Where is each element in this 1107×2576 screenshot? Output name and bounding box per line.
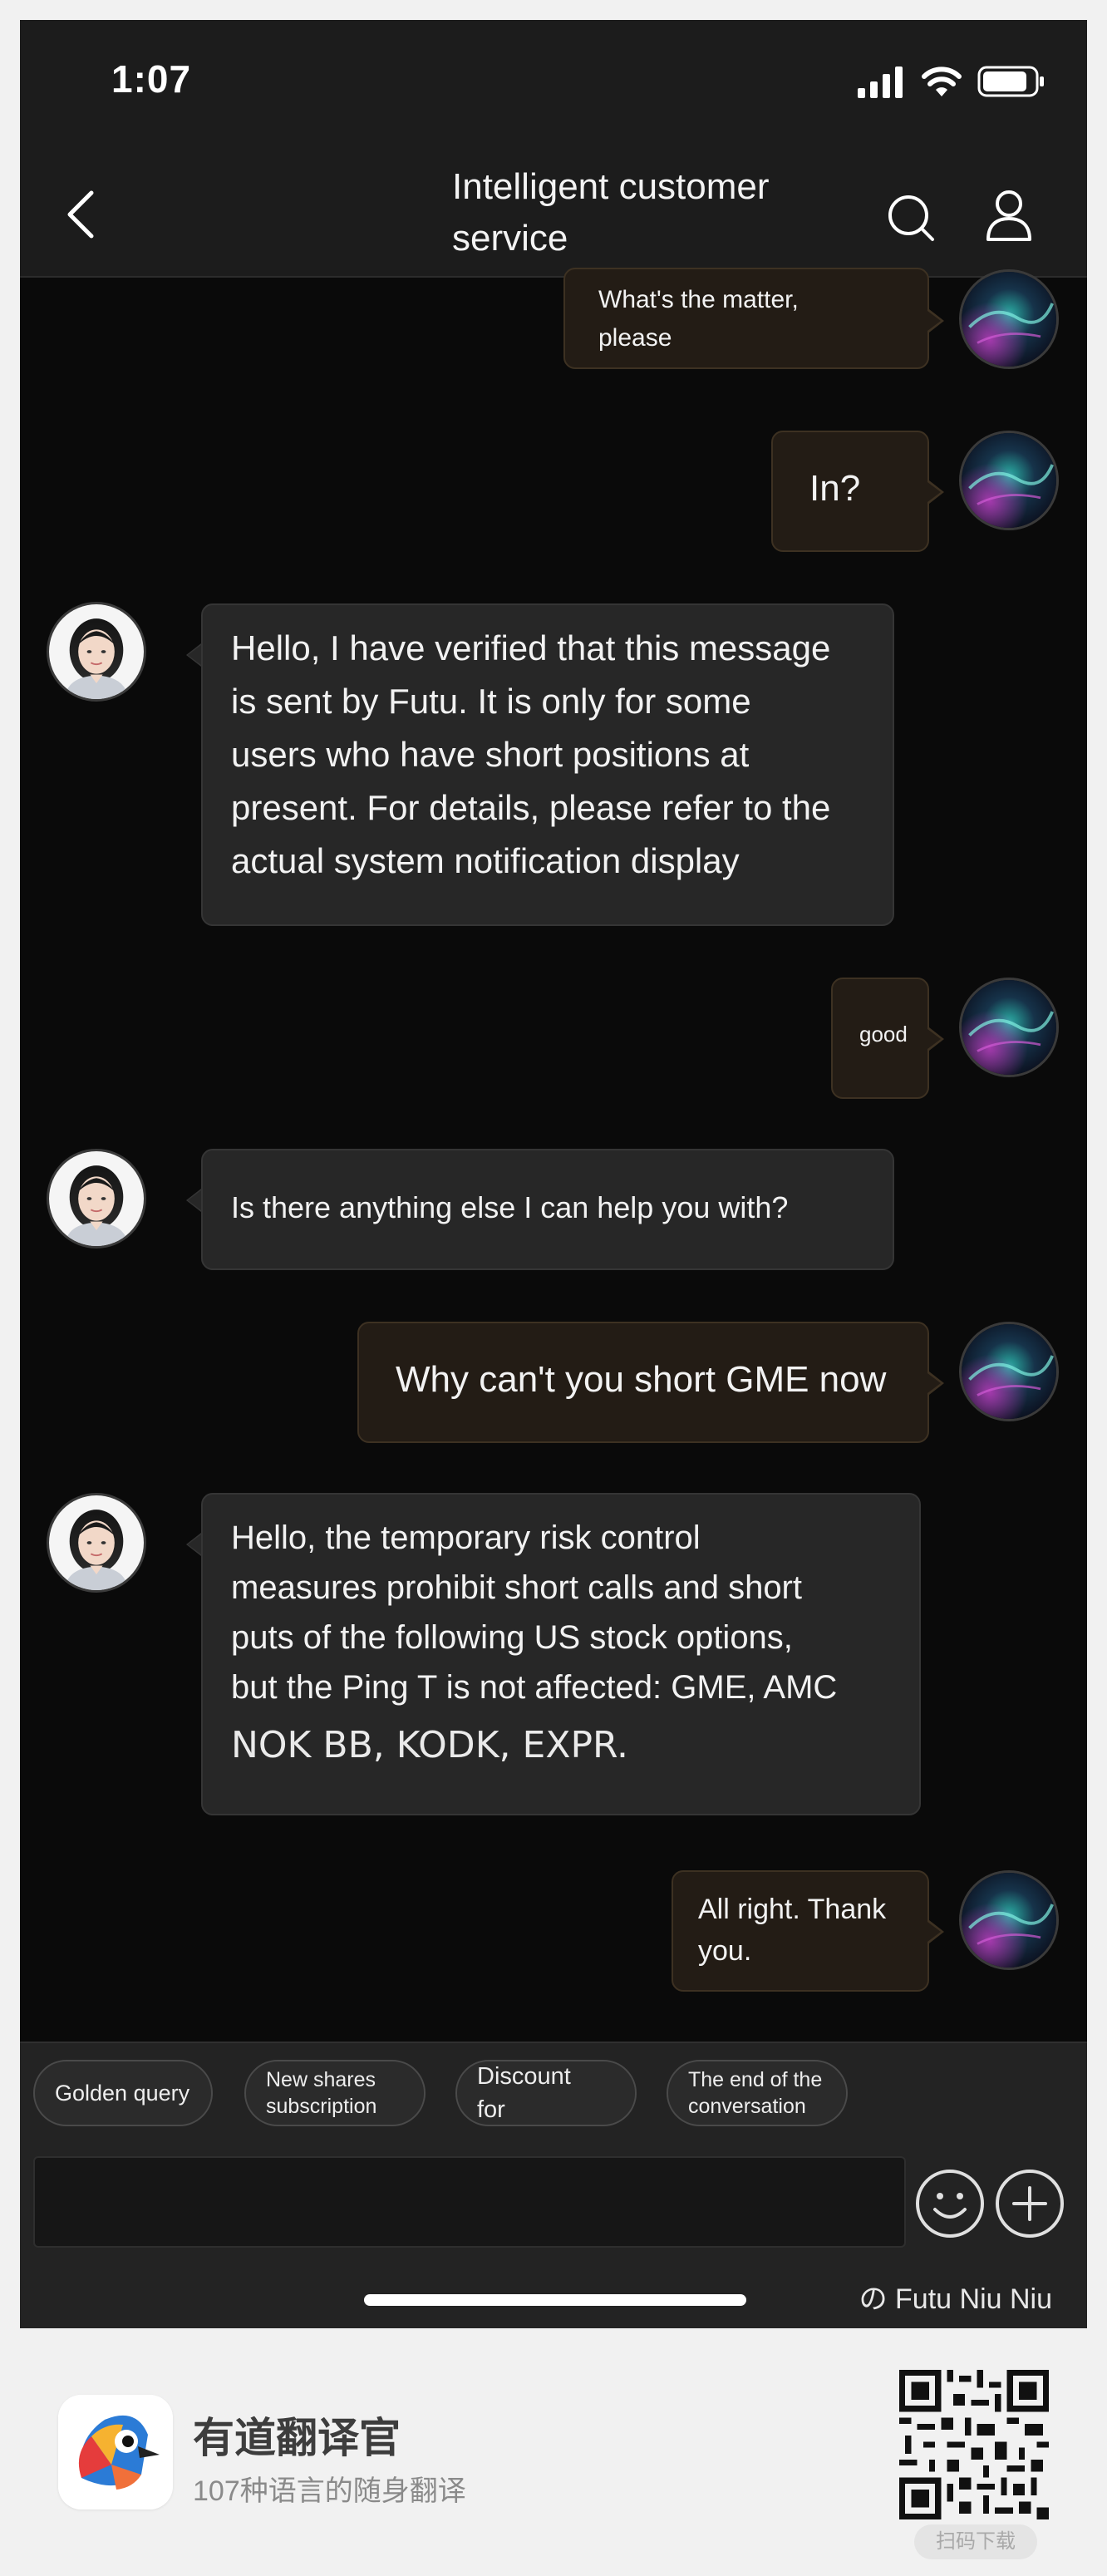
message-bubble-outgoing[interactable]: All right. Thank you. bbox=[672, 1870, 929, 1992]
footer-promo: 有道翻译官 107种语言的随身翻译 扫码下载 bbox=[0, 2328, 1107, 2576]
message-text: Is there anything else I can help you wi… bbox=[231, 1190, 789, 1224]
message-bubble-outgoing[interactable]: good bbox=[831, 978, 929, 1099]
user-avatar[interactable] bbox=[959, 1322, 1059, 1421]
cellular-signal-icon bbox=[858, 66, 903, 98]
agent-avatar[interactable] bbox=[47, 1149, 146, 1249]
bubble-tail bbox=[927, 1027, 944, 1051]
chat-area: What's the matter, please In? Hello, I h… bbox=[20, 268, 1087, 2040]
message-bubble-outgoing[interactable]: In? bbox=[771, 431, 929, 552]
bubble-tail bbox=[927, 1372, 944, 1395]
home-indicator[interactable] bbox=[364, 2294, 746, 2306]
message-text: What's the matter, please bbox=[598, 286, 799, 352]
status-time: 1:07 bbox=[111, 57, 192, 101]
app-name: 有道翻译官 bbox=[193, 2415, 401, 2461]
message-text: In? bbox=[809, 468, 861, 509]
user-avatar[interactable] bbox=[959, 431, 1059, 530]
user-avatar[interactable] bbox=[959, 269, 1059, 369]
bubble-tail bbox=[927, 309, 944, 332]
quick-reply-bar: Golden query New shares subscription Dis… bbox=[20, 2042, 1087, 2145]
watermark-text: の Futu Niu Niu bbox=[859, 2283, 1052, 2315]
phone-screen: 1:07 Intelligent customer service What's… bbox=[20, 20, 1087, 2328]
message-text: good bbox=[859, 1022, 908, 1047]
app-logo-icon bbox=[58, 2395, 173, 2510]
page-title: Intelligent customer service bbox=[452, 166, 770, 259]
qr-download-label: 扫码下载 bbox=[914, 2524, 1037, 2559]
quick-reply-discount[interactable]: Discount for bbox=[455, 2060, 637, 2126]
message-bubble-outgoing[interactable]: Why can't you short GME now bbox=[357, 1322, 929, 1443]
back-icon[interactable] bbox=[61, 190, 103, 239]
nav-bar: Intelligent customer service bbox=[20, 143, 1087, 278]
message-text: Why can't you short GME now bbox=[396, 1359, 887, 1400]
quick-reply-new-shares[interactable]: New shares subscription bbox=[244, 2060, 426, 2126]
add-icon[interactable] bbox=[994, 2168, 1065, 2239]
message-text: Hello, the temporary risk control measur… bbox=[231, 1519, 838, 1706]
bubble-tail bbox=[927, 480, 944, 504]
status-bar: 1:07 bbox=[20, 20, 1087, 143]
agent-avatar[interactable] bbox=[47, 1493, 146, 1593]
message-text-extra: NOK BB, KODK, EXPR. bbox=[231, 1724, 628, 1766]
message-text: Hello, I have verified that this message… bbox=[231, 628, 831, 880]
message-bubble-outgoing[interactable]: What's the matter, please bbox=[563, 268, 929, 369]
quick-reply-golden-query[interactable]: Golden query bbox=[33, 2060, 213, 2126]
message-bubble-incoming[interactable]: Hello, the temporary risk control measur… bbox=[201, 1493, 921, 1815]
bubble-tail bbox=[186, 1189, 201, 1212]
user-avatar[interactable] bbox=[959, 1870, 1059, 1970]
bubble-tail bbox=[186, 643, 201, 667]
message-text: All right. Thank you. bbox=[698, 1894, 887, 1967]
emoji-icon[interactable] bbox=[914, 2168, 986, 2239]
app-slogan: 107种语言的随身翻译 bbox=[193, 2475, 466, 2507]
message-bubble-incoming[interactable]: Hello, I have verified that this message… bbox=[201, 603, 894, 926]
search-icon[interactable] bbox=[884, 191, 937, 244]
user-avatar[interactable] bbox=[959, 978, 1059, 1077]
qr-code-icon[interactable] bbox=[899, 2370, 1049, 2519]
quick-reply-end-conversation[interactable]: The end of the conversation bbox=[667, 2060, 848, 2126]
message-bubble-incoming[interactable]: Is there anything else I can help you wi… bbox=[201, 1149, 894, 1270]
bubble-tail bbox=[927, 1920, 944, 1943]
user-profile-icon[interactable] bbox=[984, 188, 1034, 244]
status-icons bbox=[856, 63, 1046, 100]
wifi-icon bbox=[922, 66, 962, 96]
battery-icon bbox=[977, 66, 1044, 97]
message-input[interactable] bbox=[33, 2156, 906, 2248]
bubble-tail bbox=[186, 1533, 201, 1556]
agent-avatar[interactable] bbox=[47, 602, 146, 702]
